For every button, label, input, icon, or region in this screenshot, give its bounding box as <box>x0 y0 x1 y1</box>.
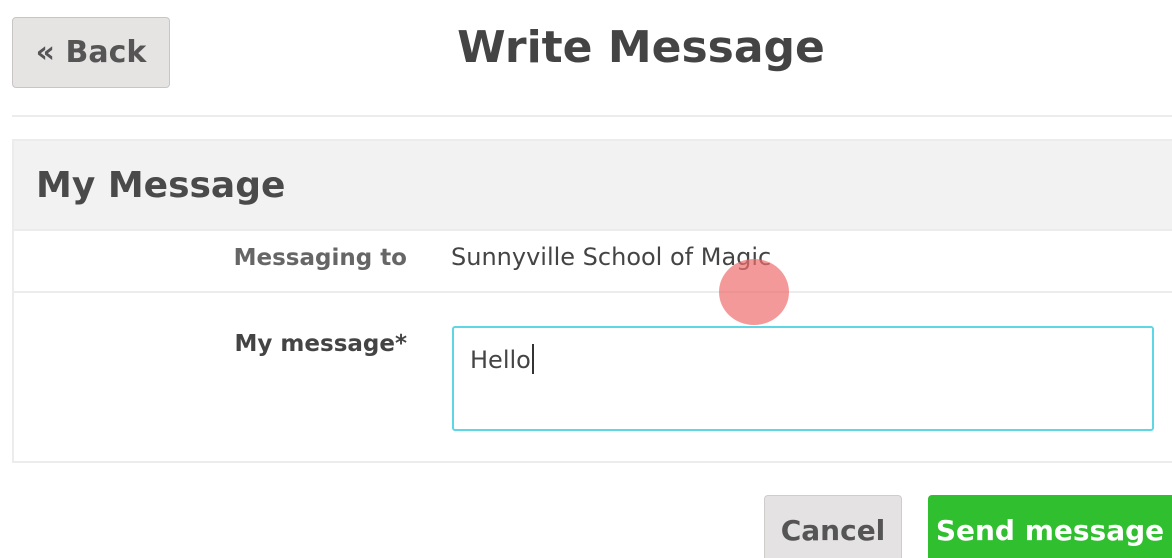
message-row: My message* Hello <box>14 293 1172 461</box>
page-title: Write Message <box>457 22 825 73</box>
write-message-page: « Back Write Message My Message Messagin… <box>0 0 1172 558</box>
message-panel: My Message Messaging to Sunnyville Schoo… <box>12 139 1172 463</box>
panel-heading: My Message <box>14 141 1172 231</box>
message-input[interactable]: Hello <box>452 326 1154 431</box>
back-button[interactable]: « Back <box>12 17 170 88</box>
recipient-label: Messaging to <box>233 245 407 271</box>
recipient-row: Messaging to Sunnyville School of Magic <box>14 231 1172 293</box>
message-input-text: Hello <box>470 346 531 374</box>
message-label: My message* <box>234 331 407 357</box>
title-divider <box>12 115 1172 117</box>
send-message-button[interactable]: Send message <box>928 495 1172 558</box>
cancel-button[interactable]: Cancel <box>764 495 902 558</box>
text-caret <box>531 344 534 374</box>
recipient-value: Sunnyville School of Magic <box>451 243 772 271</box>
